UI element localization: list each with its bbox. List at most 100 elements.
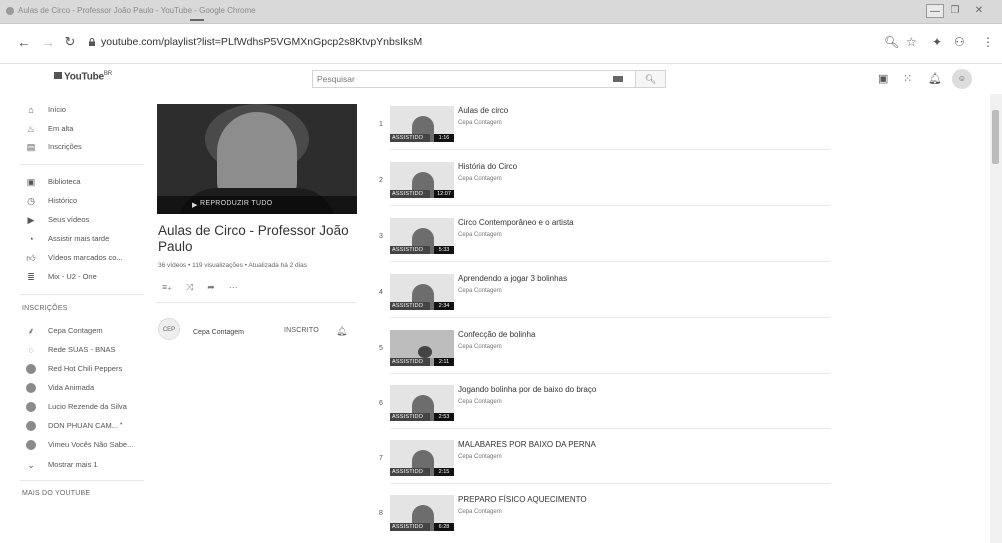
sidebar-item-watch-later[interactable]: ◔ Assistir mais tarde bbox=[0, 232, 150, 248]
owner-name[interactable]: Cepa Contagem bbox=[193, 329, 244, 336]
back-arrow-icon[interactable]: ← bbox=[16, 34, 32, 50]
subscribed-button[interactable]: INSCRITO bbox=[278, 324, 325, 337]
playlist-icon: ≣ bbox=[27, 272, 35, 282]
sidebar-item-trending[interactable]: ♨ Em alta bbox=[0, 122, 150, 138]
logo-country: BR bbox=[103, 71, 112, 77]
video-channel[interactable]: Cepa Contagem bbox=[458, 232, 502, 238]
sidebar-channel-vida-animada[interactable]: Vida Animada bbox=[0, 381, 150, 397]
playlist-video-row[interactable]: 7 ASSISTIDO 2:15 MALABARES POR BAIXO DA … bbox=[370, 438, 840, 494]
owner-avatar[interactable]: CEP bbox=[158, 318, 180, 340]
sidebar-item-label: Vimeu Vocês Não Sabe... bbox=[48, 440, 134, 449]
forward-arrow-icon[interactable]: → bbox=[40, 34, 56, 50]
play-all-label[interactable]: REPRODUZIR TUDO bbox=[200, 200, 272, 207]
video-channel[interactable]: Cepa Contagem bbox=[458, 509, 502, 515]
notification-bell-icon[interactable]: 🔔︎ bbox=[336, 326, 347, 337]
sidebar-item-label: DON PHUAN CAM... bbox=[48, 421, 119, 430]
playlist-video-row[interactable]: 6 ASSISTIDO 2:53 Jogando bolinha por de … bbox=[370, 383, 840, 439]
video-title[interactable]: PREPARO FÍSICO AQUECIMENTO bbox=[458, 495, 587, 504]
sidebar-channel-lucio-rezende[interactable]: Lucio Rezende da Silva bbox=[0, 400, 150, 416]
lock-icon[interactable] bbox=[88, 38, 96, 46]
history-icon: ◷ bbox=[27, 196, 35, 206]
youtube-logo[interactable]: YouTubeBR bbox=[54, 71, 112, 82]
create-video-icon[interactable]: ▣ bbox=[878, 72, 888, 85]
playlist-video-row[interactable]: 5 ASSISTIDO 2:11 Confecção de bolinha Ce… bbox=[370, 328, 840, 384]
video-duration: 1:16 bbox=[434, 134, 454, 142]
sidebar-item-mix[interactable]: ≣ Mix - U2 - One bbox=[0, 270, 150, 286]
search-input[interactable] bbox=[313, 71, 613, 87]
video-index: 1 bbox=[379, 121, 383, 128]
reload-icon[interactable]: ↻ bbox=[62, 34, 78, 50]
shuffle-icon[interactable]: ⤨ bbox=[186, 282, 193, 292]
extension-icon[interactable]: ⚇ bbox=[954, 35, 965, 49]
video-title[interactable]: História do Circo bbox=[458, 162, 517, 171]
thumb-ball-shape bbox=[418, 346, 432, 358]
subscriptions-icon: ▤ bbox=[26, 142, 36, 152]
add-to-queue-icon[interactable]: ≡₊ bbox=[162, 282, 172, 292]
sidebar: ⌂ Início ♨ Em alta ▤ Inscrições ▣ Biblio… bbox=[0, 94, 150, 543]
sidebar-item-your-videos[interactable]: ▶ Seus vídeos bbox=[0, 213, 150, 229]
logo-text: YouTube bbox=[64, 71, 104, 83]
keyboard-icon[interactable] bbox=[613, 76, 623, 82]
sidebar-channel-rede-suas[interactable]: ◌ Rede SUAS - BNAS bbox=[0, 343, 150, 359]
playlist-video-row[interactable]: 2 ASSISTIDO 12:07 História do Circo Cepa… bbox=[370, 160, 840, 216]
zoom-icon[interactable]: 🔍︎ bbox=[884, 35, 899, 49]
sidebar-item-label: Início bbox=[48, 105, 66, 114]
apps-grid-icon[interactable]: ⁙ bbox=[903, 72, 912, 85]
watched-label: ASSISTIDO bbox=[392, 191, 424, 197]
youtube-play-icon bbox=[54, 72, 62, 80]
video-title[interactable]: MALABARES POR BAIXO DA PERNA bbox=[458, 440, 596, 449]
sidebar-divider bbox=[20, 294, 144, 295]
video-channel[interactable]: Cepa Contagem bbox=[458, 454, 502, 460]
video-index: 3 bbox=[379, 233, 383, 240]
bookmark-star-icon[interactable]: ☆ bbox=[906, 35, 917, 49]
sidebar-item-library[interactable]: ▣ Biblioteca bbox=[0, 175, 150, 191]
url-field[interactable]: youtube.com/playlist?list=PLfWdhsP5VGMXn… bbox=[101, 36, 422, 48]
library-icon: ▣ bbox=[26, 177, 36, 187]
playlist-divider bbox=[156, 302, 356, 303]
playlist-video-row[interactable]: 1 ASSISTIDO 1:16 Aulas de circo Cepa Con… bbox=[370, 104, 840, 160]
sidebar-channel-don-phuan[interactable]: DON PHUAN CAM... • bbox=[0, 419, 150, 435]
video-channel[interactable]: Cepa Contagem bbox=[458, 288, 502, 294]
video-channel[interactable]: Cepa Contagem bbox=[458, 176, 502, 182]
more-options-icon[interactable]: ⋯ bbox=[229, 282, 238, 292]
liked-icon: 👍︎ bbox=[26, 253, 36, 263]
account-avatar[interactable]: ☺ bbox=[952, 69, 972, 89]
channel-avatar-icon bbox=[26, 364, 36, 374]
sidebar-channel-cepa-contagem[interactable]: ⸙ Cepa Contagem bbox=[0, 324, 150, 340]
sidebar-item-subscriptions[interactable]: ▤ Inscrições bbox=[0, 140, 150, 156]
video-title[interactable]: Confecção de bolinha bbox=[458, 330, 535, 339]
video-channel[interactable]: Cepa Contagem bbox=[458, 399, 502, 405]
video-channel[interactable]: Cepa Contagem bbox=[458, 344, 502, 350]
video-title[interactable]: Aprendendo a jogar 3 bolinhas bbox=[458, 274, 567, 283]
sidebar-show-more[interactable]: ⌄ Mostrar mais 1 bbox=[0, 458, 150, 474]
sidebar-channel-vimeu[interactable]: Vimeu Vocês Não Sabe... bbox=[0, 438, 150, 454]
extension-pin-icon[interactable]: ✦ bbox=[932, 35, 942, 49]
chevron-down-icon: ⌄ bbox=[27, 460, 35, 470]
playlist-video-row[interactable]: 8 ASSISTIDO 6:28 PREPARO FÍSICO AQUECIME… bbox=[370, 493, 840, 543]
scrollbar-thumb[interactable] bbox=[992, 110, 999, 164]
video-index: 6 bbox=[379, 400, 383, 407]
minimize-button[interactable]: — bbox=[926, 4, 944, 18]
video-title[interactable]: Circo Contemporâneo e o artista bbox=[458, 218, 574, 227]
video-title[interactable]: Jogando bolinha por de baixo do braço bbox=[458, 385, 596, 394]
play-icon: ▶ bbox=[192, 202, 198, 209]
playlist-video-row[interactable]: 3 ASSISTIDO 5:33 Circo Contemporâneo e o… bbox=[370, 216, 840, 272]
row-separator bbox=[390, 261, 830, 262]
playlist-video-row[interactable]: 4 ASSISTIDO 2:34 Aprendendo a jogar 3 bo… bbox=[370, 272, 840, 328]
close-window-button[interactable]: ✕ bbox=[970, 4, 988, 18]
video-channel[interactable]: Cepa Contagem bbox=[458, 120, 502, 126]
share-icon[interactable]: ➦ bbox=[207, 282, 215, 292]
watched-label: ASSISTIDO bbox=[392, 359, 424, 365]
notifications-icon[interactable]: 🔔︎ bbox=[928, 72, 942, 85]
address-bar-row: ← → ↻ youtube.com/playlist?list=PLfWdhsP… bbox=[0, 24, 1002, 64]
chrome-menu-icon[interactable]: ⋮ bbox=[982, 35, 994, 49]
chrome-logo-icon bbox=[6, 7, 14, 15]
sidebar-item-history[interactable]: ◷ Histórico bbox=[0, 194, 150, 210]
search-button[interactable]: 🔍︎ bbox=[635, 71, 665, 87]
sidebar-channel-rhcp[interactable]: Red Hot Chili Peppers bbox=[0, 362, 150, 378]
sidebar-item-liked[interactable]: 👍︎ Vídeos marcados co... bbox=[0, 251, 150, 267]
video-title[interactable]: Aulas de circo bbox=[458, 106, 508, 115]
sidebar-item-home[interactable]: ⌂ Início bbox=[0, 103, 150, 119]
playlist-title: Aulas de Circo - Professor João Paulo bbox=[158, 223, 349, 254]
maximize-button[interactable]: ❐ bbox=[946, 4, 964, 18]
